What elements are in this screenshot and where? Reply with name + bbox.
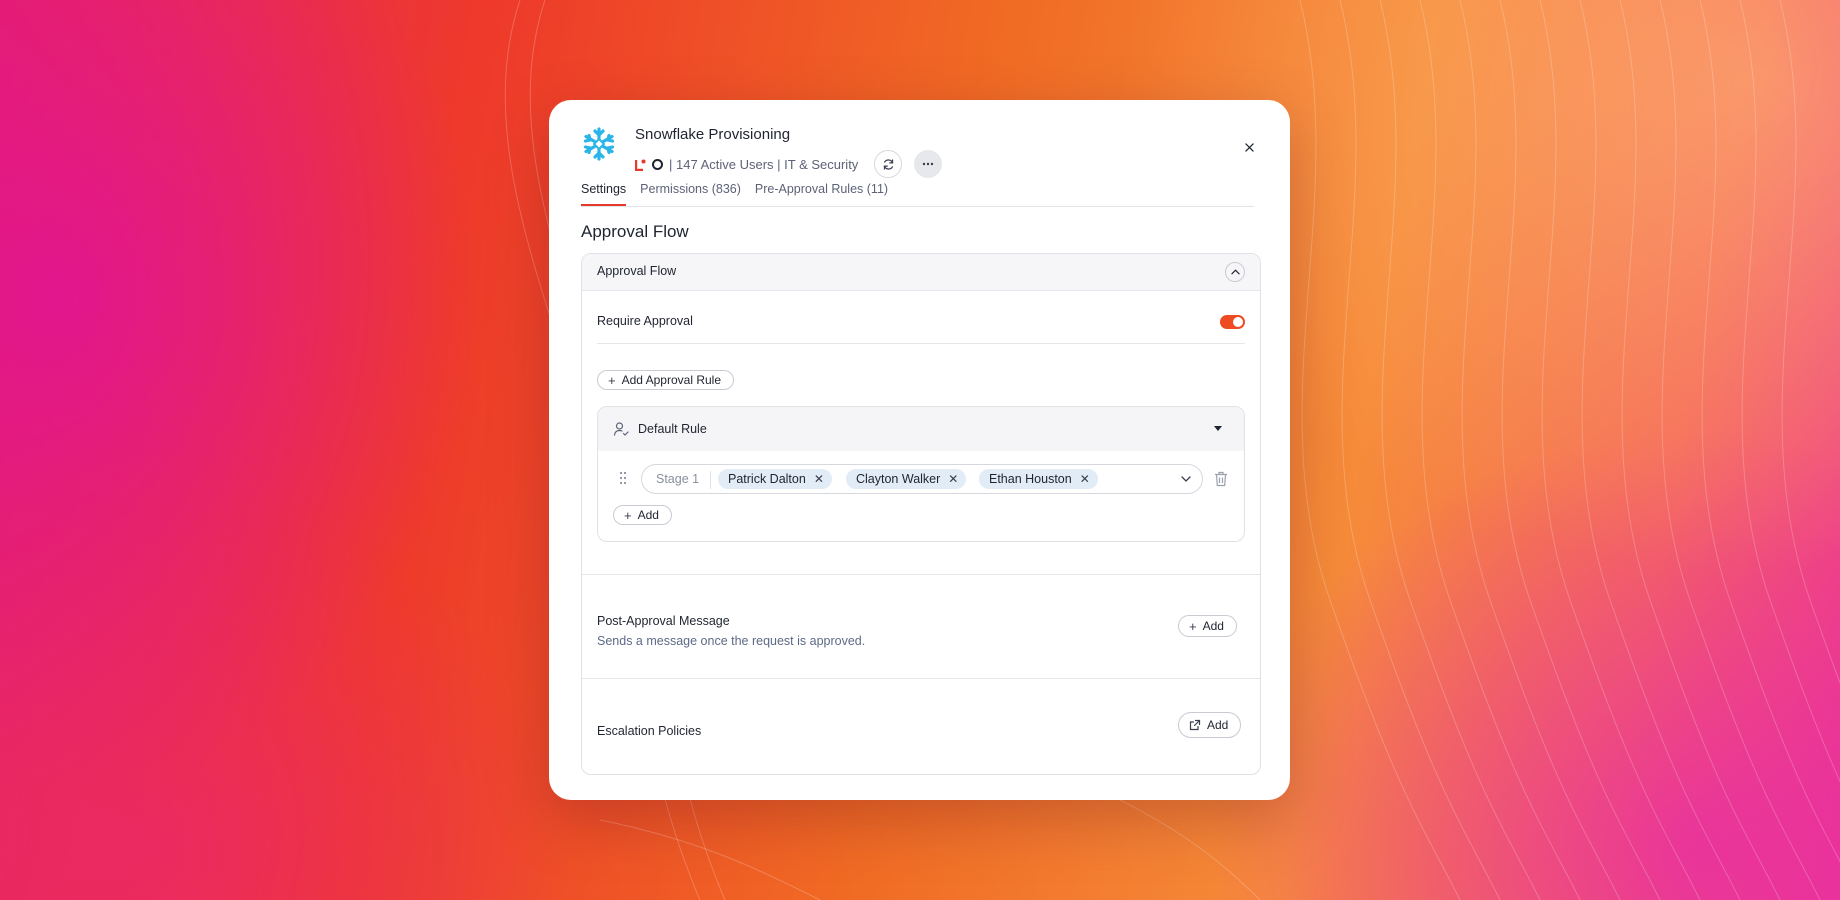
- modal-header: Snowflake Provisioning | 147 Active User…: [581, 124, 1258, 184]
- require-approval-label: Require Approval: [597, 314, 693, 328]
- user-check-icon: [613, 422, 629, 436]
- default-rule-card: Default Rule Stage 1 Patrick Dalton ✕ Cl…: [597, 406, 1245, 542]
- require-approval-row: Require Approval: [597, 304, 1245, 344]
- approver-name: Patrick Dalton: [728, 472, 806, 486]
- tab-pre-approval-rules[interactable]: Pre-Approval Rules (11): [755, 180, 888, 204]
- collapse-button[interactable]: [1225, 262, 1245, 282]
- add-post-approval-message-button[interactable]: + Add: [1178, 615, 1237, 637]
- refresh-icon: [883, 158, 893, 170]
- owner-logo-icon: [634, 158, 646, 172]
- remove-approver-icon[interactable]: ✕: [814, 473, 824, 485]
- default-rule-header[interactable]: Default Rule: [598, 407, 1244, 451]
- integration-logo-icon: [652, 158, 663, 170]
- drag-handle-icon[interactable]: [619, 471, 627, 485]
- tab-settings[interactable]: Settings: [581, 180, 627, 206]
- stage-label: Stage 1: [656, 472, 700, 486]
- require-approval-toggle[interactable]: [1220, 315, 1245, 329]
- section-divider: [582, 678, 1260, 679]
- plus-icon: +: [624, 507, 632, 523]
- default-rule-label: Default Rule: [638, 422, 707, 436]
- add-approval-rule-label: Add Approval Rule: [621, 373, 721, 387]
- close-button[interactable]: [1240, 138, 1258, 156]
- trash-icon[interactable]: [1214, 471, 1228, 487]
- tab-bar: Settings Permissions (836) Pre-Approval …: [581, 180, 1254, 207]
- post-approval-title: Post-Approval Message: [597, 614, 730, 628]
- approver-chip: Patrick Dalton ✕: [718, 469, 832, 489]
- approval-flow-panel: Approval Flow Require Approval + Add App…: [581, 253, 1261, 775]
- toggle-knob: [1233, 317, 1243, 327]
- remove-approver-icon[interactable]: ✕: [948, 473, 958, 485]
- approver-name: Ethan Houston: [989, 472, 1072, 486]
- add-stage-button[interactable]: + Add: [613, 505, 672, 525]
- stage-divider: [710, 471, 711, 489]
- app-title: Snowflake Provisioning: [635, 126, 791, 143]
- app-settings-modal: Snowflake Provisioning | 147 Active User…: [549, 100, 1290, 800]
- external-link-icon: [1189, 719, 1201, 731]
- plus-icon: +: [1189, 618, 1197, 634]
- add-escalation-label: Add: [1207, 718, 1229, 732]
- plus-icon: +: [608, 372, 616, 388]
- add-approval-rule-button[interactable]: + Add Approval Rule: [597, 370, 734, 390]
- approver-name: Clayton Walker: [856, 472, 941, 486]
- app-meta-row: | 147 Active Users | IT & Security: [634, 150, 943, 178]
- panel-header-label: Approval Flow: [597, 264, 677, 278]
- tab-permissions[interactable]: Permissions (836): [640, 180, 741, 204]
- chevron-down-icon[interactable]: [1180, 473, 1192, 485]
- more-options-button[interactable]: [914, 150, 943, 178]
- snowflake-logo-icon: [583, 127, 615, 161]
- caret-down-icon[interactable]: [1214, 426, 1222, 431]
- approver-chip: Ethan Houston ✕: [979, 469, 1098, 489]
- close-icon: [1244, 142, 1254, 152]
- stage-approvers-select[interactable]: Stage 1 Patrick Dalton ✕ Clayton Walker …: [641, 464, 1203, 494]
- app-meta-text: | 147 Active Users | IT & Security: [669, 156, 859, 172]
- more-horizontal-icon: [923, 162, 934, 166]
- escalation-policies-title: Escalation Policies: [597, 724, 702, 738]
- remove-approver-icon[interactable]: ✕: [1080, 473, 1090, 485]
- add-stage-label: Add: [637, 508, 659, 522]
- add-post-approval-label: Add: [1202, 619, 1224, 633]
- approval-flow-panel-header[interactable]: Approval Flow: [582, 254, 1260, 291]
- post-approval-subtitle: Sends a message once the request is appr…: [597, 634, 866, 648]
- add-escalation-policy-button[interactable]: Add: [1178, 712, 1242, 738]
- section-title: Approval Flow: [581, 222, 689, 241]
- section-divider: [582, 574, 1260, 575]
- chevron-up-icon: [1230, 269, 1240, 275]
- approver-chip: Clayton Walker ✕: [846, 469, 967, 489]
- sync-button[interactable]: [874, 150, 903, 178]
